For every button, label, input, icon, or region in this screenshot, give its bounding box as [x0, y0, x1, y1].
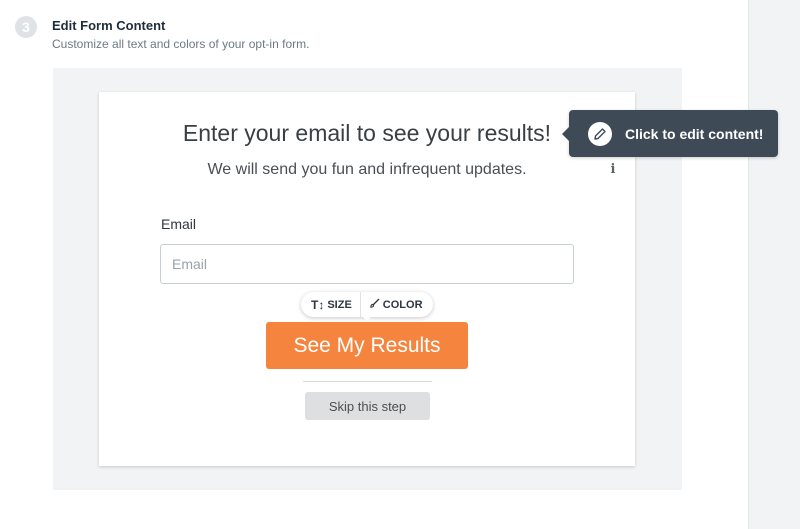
- tooltip-text: Click to edit content!: [625, 125, 764, 142]
- button-style-toolbar: T↕ SIZE COLOR: [301, 292, 433, 321]
- size-tool-label: SIZE: [327, 298, 352, 311]
- right-panel-edge: [748, 0, 800, 529]
- email-field[interactable]: [160, 244, 574, 284]
- toolbar-pointer: [361, 315, 373, 321]
- see-results-button[interactable]: See My Results: [266, 322, 468, 369]
- step-title: Edit Form Content: [52, 18, 166, 33]
- brush-icon: [369, 298, 380, 312]
- divider: [303, 381, 432, 382]
- edit-content-tooltip[interactable]: Click to edit content!: [562, 110, 778, 157]
- color-tool-button[interactable]: COLOR: [361, 292, 431, 317]
- form-subheadline[interactable]: We will send you fun and infrequent upda…: [99, 161, 635, 179]
- pencil-icon: [588, 121, 612, 146]
- size-tool-button[interactable]: T↕ SIZE: [301, 292, 361, 317]
- color-tool-label: COLOR: [382, 298, 423, 311]
- info-icon[interactable]: i: [605, 162, 621, 178]
- tooltip-arrow: [562, 126, 570, 142]
- skip-step-button[interactable]: Skip this step: [305, 392, 430, 420]
- text-size-icon: T↕: [311, 297, 325, 312]
- step-number-badge: 3: [15, 16, 37, 38]
- step-subtitle: Customize all text and colors of your op…: [52, 37, 310, 51]
- email-field-label[interactable]: Email: [161, 216, 196, 232]
